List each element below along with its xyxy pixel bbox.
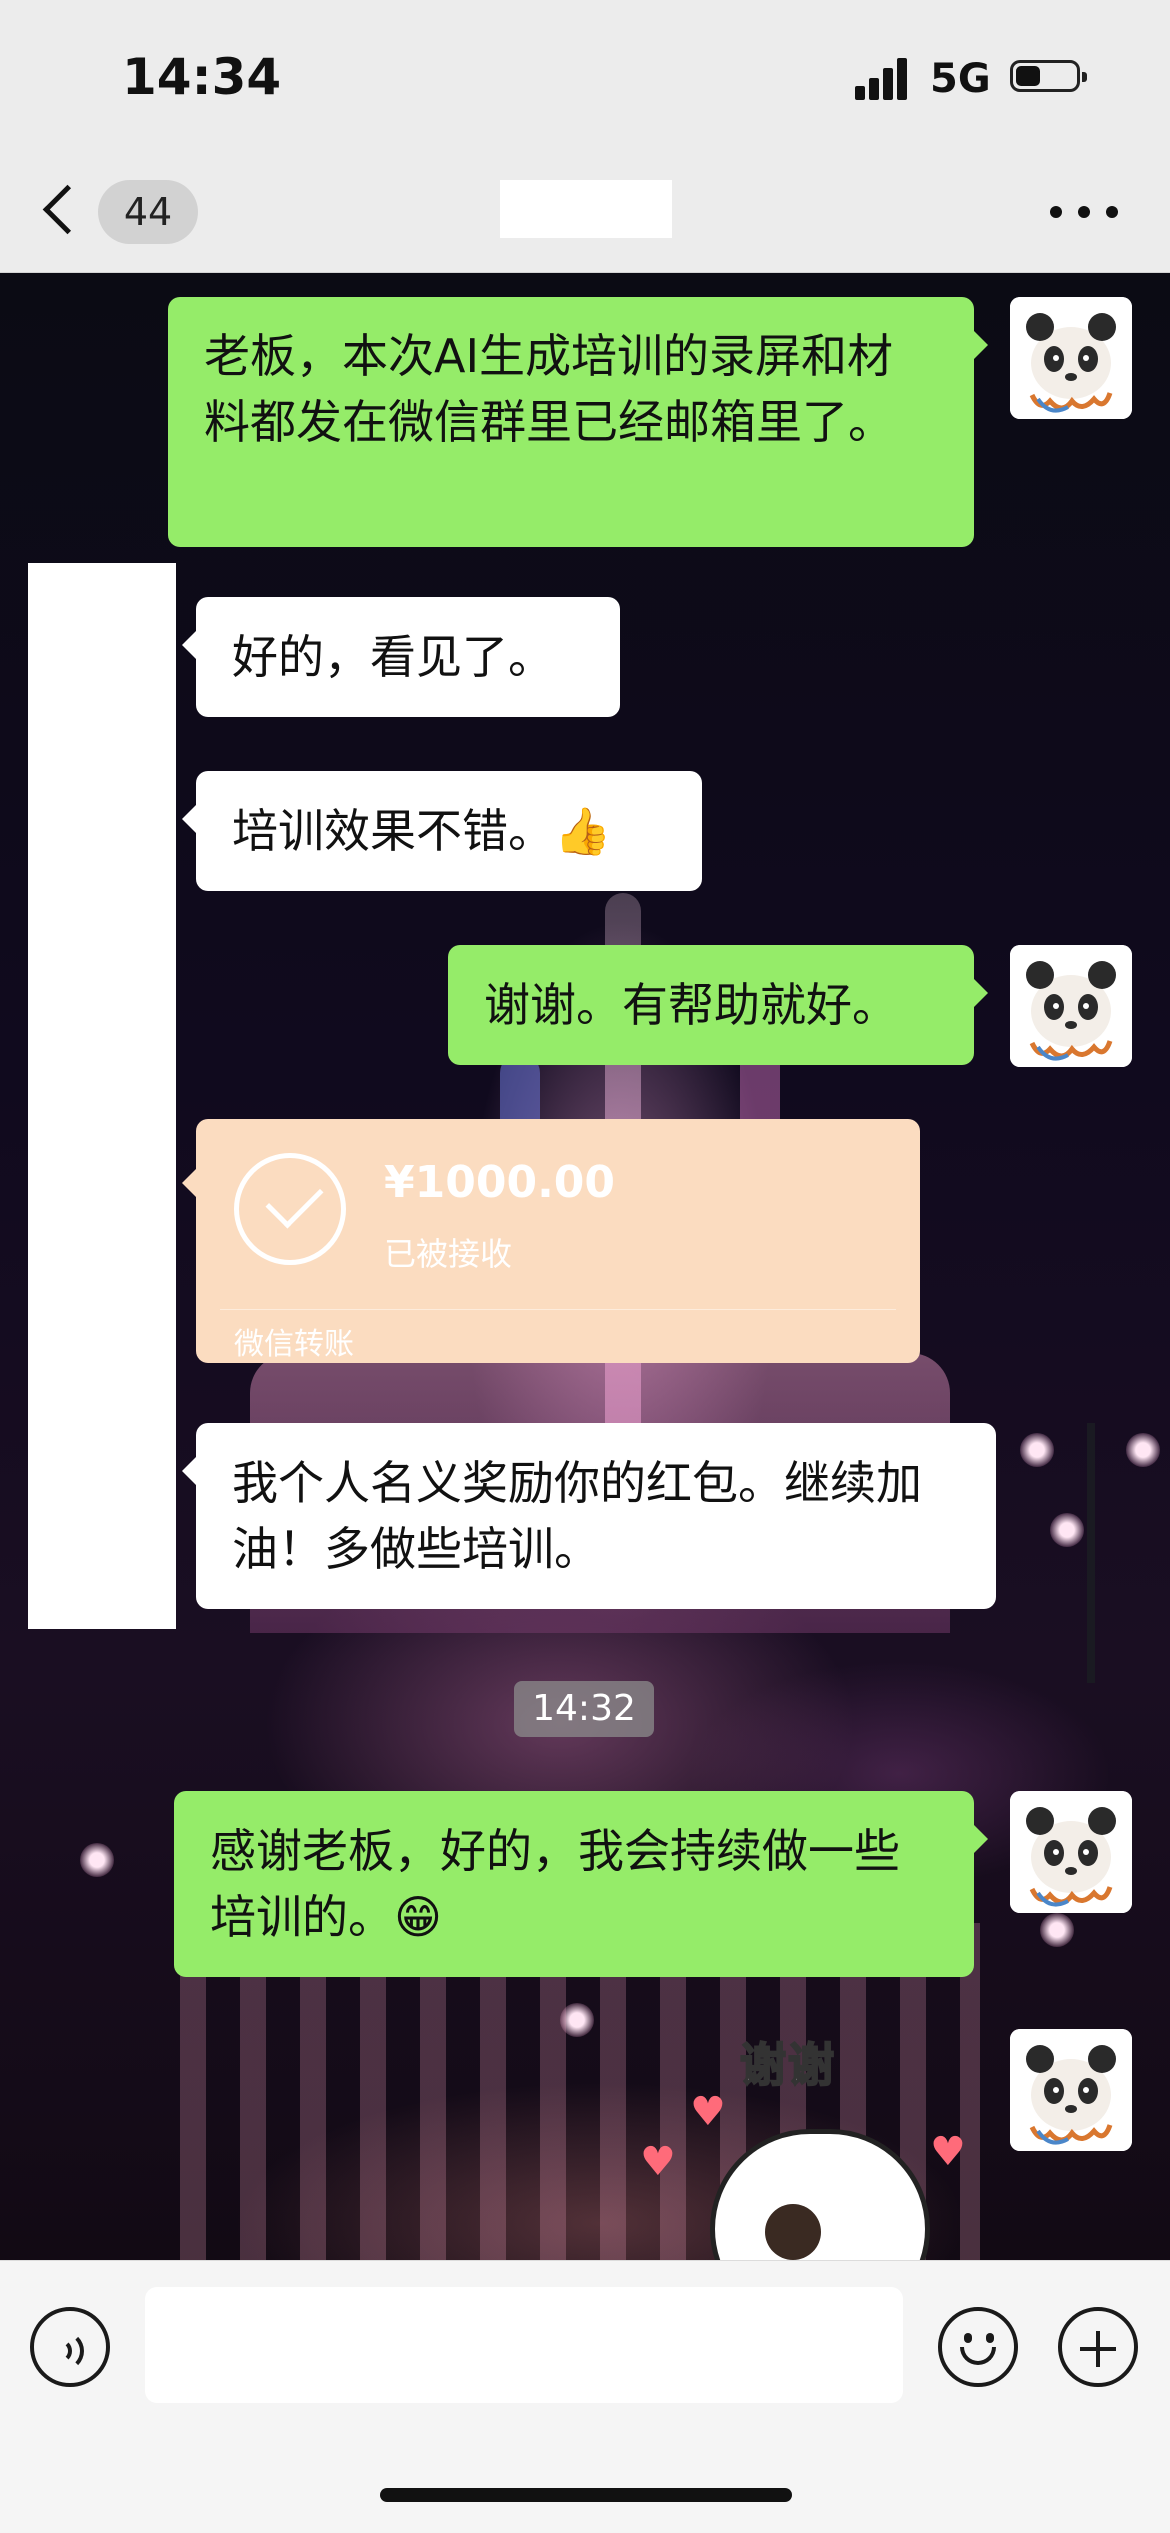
panda-icon <box>1010 1791 1132 1913</box>
message-input[interactable] <box>145 2287 903 2403</box>
message-bubble-sent[interactable]: 老板，本次AI生成培训的录屏和材料都发在微信群里已经邮箱里了。 <box>168 297 988 547</box>
background-lamp <box>80 1843 114 1877</box>
panda-icon <box>1010 945 1132 1067</box>
message-text: 谢谢。有帮助就好。 <box>484 978 898 1032</box>
more-actions-button[interactable] <box>1058 2307 1138 2387</box>
sender-avatar-redacted <box>28 563 176 1629</box>
message-timestamp: 14:32 <box>514 1681 654 1737</box>
transfer-amount: ¥1000.00 <box>384 1157 616 1208</box>
thumbs-up-icon: 👍 <box>554 804 612 858</box>
background-lamp-post <box>1087 1423 1095 1683</box>
message-bubble-sent[interactable]: 谢谢。有帮助就好。 <box>448 945 988 1065</box>
status-bar: 14:34 5G <box>0 0 1170 150</box>
panda-icon <box>1010 297 1132 419</box>
sticker-text: 谢谢 <box>739 2037 836 2093</box>
panda-icon <box>1010 2029 1132 2151</box>
back-button[interactable]: 44 <box>40 180 200 244</box>
smiley-icon <box>964 2333 972 2343</box>
message-bubble-received[interactable]: 我个人名义奖励你的红包。继续加油！多做些培训。 <box>182 1423 996 1609</box>
message-text: 好的，看见了。 <box>232 630 554 684</box>
message-text: 培训效果不错。 <box>232 804 554 858</box>
message-bubble-received[interactable]: 培训效果不错。👍 <box>182 771 702 891</box>
chat-title-redacted <box>500 180 672 238</box>
avatar[interactable] <box>1010 945 1132 1067</box>
voice-wave <box>62 2331 84 2371</box>
smiley-mouth <box>960 2347 996 2365</box>
message-bubble-received[interactable]: 好的，看见了。 <box>182 597 620 717</box>
plus-icon-stroke <box>1096 2331 1100 2367</box>
status-time: 14:34 <box>122 48 282 106</box>
emoji-button[interactable] <box>938 2307 1018 2387</box>
sticker-message[interactable]: 谢谢 ♥ ♥ ♥ <box>640 2029 980 2260</box>
divider <box>220 1309 896 1310</box>
avatar[interactable] <box>1010 1791 1132 1913</box>
message-text: 感谢老板，好的，我会持续做一些培训的。 <box>210 1824 900 1944</box>
background-lamp <box>1050 1513 1084 1547</box>
background-lamp <box>1040 1913 1074 1947</box>
transfer-status: 已被接收 <box>384 1235 513 1273</box>
avatar[interactable] <box>1010 2029 1132 2151</box>
chevron-left-icon <box>42 184 93 235</box>
unread-count-badge: 44 <box>98 180 198 244</box>
background-lamp <box>1126 1433 1160 1467</box>
chat-header: 44 <box>0 150 1170 273</box>
money-transfer-card[interactable]: ¥1000.00 已被接收 微信转账 <box>182 1119 920 1363</box>
voice-input-button[interactable] <box>30 2307 110 2387</box>
network-type: 5G <box>930 56 991 102</box>
transfer-label: 微信转账 <box>234 1327 354 1362</box>
sticker-face-icon <box>710 2129 930 2260</box>
smiley-eye <box>986 2333 994 2343</box>
heart-icon: ♥ <box>930 2129 966 2175</box>
heart-icon: ♥ <box>690 2089 726 2135</box>
grinning-face-icon: 😁 <box>394 1890 442 1944</box>
message-bubble-sent[interactable]: 感谢老板，好的，我会持续做一些培训的。😁 <box>174 1791 988 1977</box>
background-lamp <box>1020 1433 1054 1467</box>
chat-area[interactable]: 老板，本次AI生成培训的录屏和材料都发在微信群里已经邮箱里了。 好的，看见了。 … <box>0 273 1170 2260</box>
signal-icon <box>855 56 915 100</box>
heart-icon: ♥ <box>640 2139 676 2185</box>
battery-icon <box>1010 60 1087 92</box>
check-circle-icon <box>234 1153 346 1265</box>
message-text: 老板，本次AI生成培训的录屏和材料都发在微信群里已经邮箱里了。 <box>204 329 894 449</box>
more-options-button[interactable] <box>1050 200 1120 224</box>
home-indicator[interactable] <box>380 2488 792 2502</box>
message-text: 我个人名义奖励你的红包。继续加油！多做些培训。 <box>232 1456 922 1576</box>
avatar[interactable] <box>1010 297 1132 419</box>
